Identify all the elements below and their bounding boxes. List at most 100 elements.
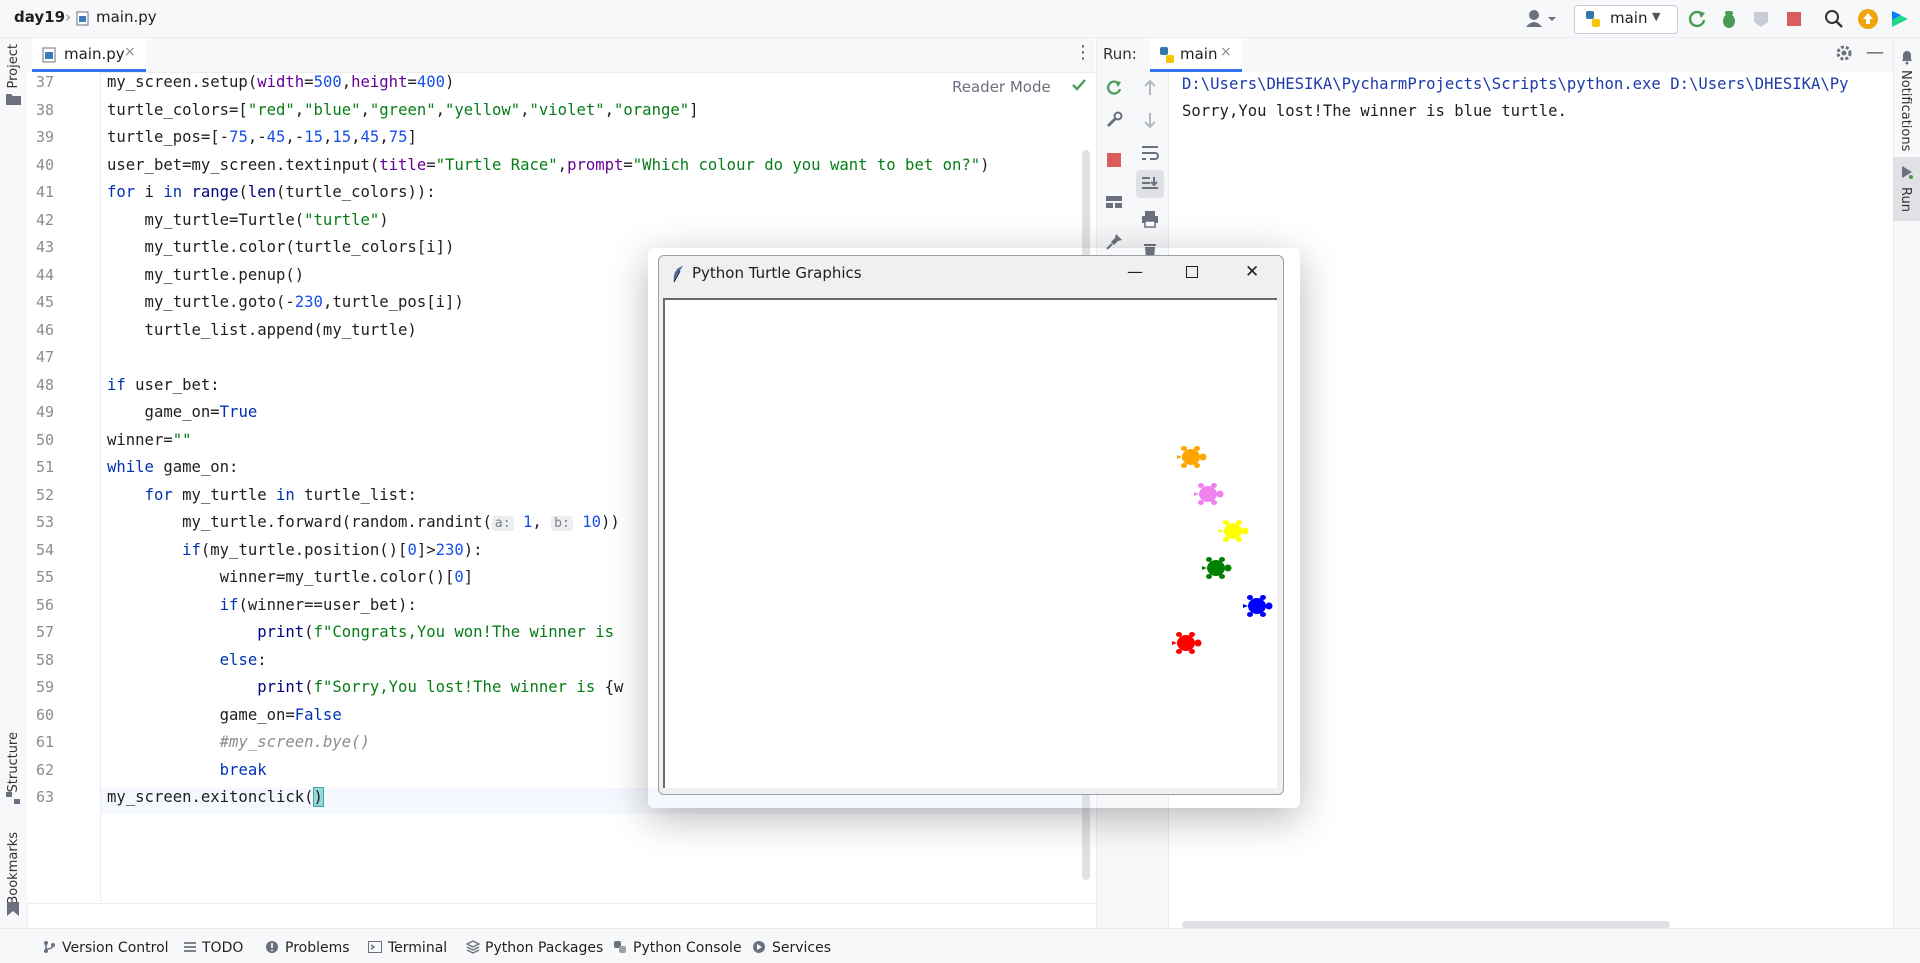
code-line[interactable]: break (107, 761, 267, 779)
code-line[interactable]: my_turtle.penup() (107, 266, 305, 284)
breadcrumb-separator: › (65, 8, 71, 26)
rerun-icon[interactable] (1104, 78, 1124, 98)
line-number: 49 (35, 403, 54, 421)
code-line[interactable]: else: (107, 651, 267, 669)
minimize-icon[interactable]: — (1127, 262, 1143, 281)
code-token: 500 (313, 73, 342, 91)
code-line[interactable]: #my_screen.bye() (107, 733, 370, 751)
arrow-up-icon[interactable] (1140, 78, 1160, 98)
problems-button[interactable]: Problems (285, 940, 350, 956)
layout-icon[interactable] (1104, 192, 1124, 212)
jetbrains-toolbox-icon[interactable] (1889, 8, 1911, 30)
code-token: if (107, 375, 126, 394)
project-tool-button[interactable]: Project (6, 44, 21, 88)
update-icon[interactable] (1857, 8, 1879, 30)
todo-button[interactable]: TODO (202, 940, 243, 956)
code-line[interactable]: my_turtle.color(turtle_colors[i]) (107, 238, 455, 256)
run-tool-label[interactable]: Run (1898, 187, 1913, 212)
maximize-icon[interactable] (1186, 266, 1198, 278)
code-token: turtle_list.append(my_turtle) (107, 320, 417, 339)
line-number: 63 (35, 788, 54, 806)
code-token: ( (238, 183, 248, 201)
code-line[interactable]: winner="" (107, 431, 192, 449)
run-tab-label[interactable]: main (1180, 45, 1217, 63)
gear-icon[interactable] (1834, 43, 1854, 63)
coverage-icon[interactable] (1750, 8, 1772, 30)
arrow-down-icon[interactable] (1140, 110, 1160, 130)
chevron-down-icon[interactable]: ▼ (1652, 10, 1660, 23)
code-token: 15 (332, 128, 352, 146)
breadcrumb-project[interactable]: day19 (14, 8, 65, 26)
scroll-to-end-icon[interactable] (1140, 174, 1160, 194)
code-line[interactable]: my_turtle.goto(-230,turtle_pos[i]) (107, 293, 464, 311)
search-icon[interactable] (1823, 8, 1845, 30)
editor-divider (27, 903, 1095, 904)
python-console-button[interactable]: Python Console (633, 940, 742, 956)
code-token: f"Sorry,You lost!The winner is (313, 678, 605, 696)
code-line[interactable]: turtle_list.append(my_turtle) (107, 321, 417, 339)
checkmark-icon[interactable] (1071, 77, 1087, 93)
user-account-icon[interactable] (1524, 8, 1558, 28)
python-logo-icon (1160, 47, 1174, 63)
reader-mode-button[interactable]: Reader Mode (952, 78, 1051, 96)
services-button[interactable]: Services (772, 940, 831, 956)
more-options-icon[interactable]: ⋮ (1074, 42, 1092, 63)
python-packages-icon (466, 940, 480, 954)
code-token: my_turtle.forward(random.randint( (107, 513, 492, 531)
structure-tool-button[interactable]: Structure (6, 732, 21, 792)
line-number: 57 (35, 623, 54, 641)
code-line[interactable]: my_turtle=Turtle("turtle") (107, 211, 389, 229)
bookmarks-tool-button[interactable]: Bookmarks (6, 832, 21, 905)
code-line[interactable]: for i in range(len(turtle_colors)): (107, 183, 436, 201)
code-line[interactable]: my_screen.exitonclick() (107, 787, 324, 807)
print-icon[interactable] (1140, 209, 1160, 229)
rerun-icon[interactable] (1686, 8, 1708, 30)
python-file-icon (42, 47, 56, 63)
run-configuration-label[interactable]: main (1610, 9, 1647, 27)
code-line[interactable]: winner=my_turtle.color()[0] (107, 568, 474, 586)
stop-icon[interactable] (1783, 8, 1805, 30)
code-line[interactable]: print(f"Congrats,You won!The winner is (107, 623, 614, 641)
code-token: 230 (294, 293, 323, 311)
code-line[interactable]: my_turtle.forward(random.randint(a: 1, b… (107, 513, 620, 531)
code-token: range (191, 183, 239, 201)
code-line[interactable]: turtle_colors=["red","blue","green","yel… (107, 101, 699, 119)
bell-icon[interactable] (1899, 49, 1915, 65)
minimize-icon[interactable]: — (1866, 42, 1884, 63)
close-icon[interactable]: × (124, 44, 136, 60)
close-icon[interactable]: × (1220, 44, 1232, 60)
notifications-tool-button[interactable]: Notifications (1898, 70, 1913, 151)
code-token: "violet" (529, 100, 605, 119)
code-line[interactable]: while game_on: (107, 458, 238, 476)
code-line[interactable]: user_bet=my_screen.textinput(title="Turt… (107, 156, 990, 174)
python-file-icon (76, 11, 89, 26)
code-line[interactable]: print(f"Sorry,You lost!The winner is {w (107, 678, 623, 696)
close-icon[interactable]: ✕ (1245, 262, 1259, 282)
breadcrumb-file[interactable]: main.py (96, 8, 157, 26)
stop-icon[interactable] (1104, 150, 1124, 170)
code-token: ( (304, 678, 314, 696)
todo-icon (184, 942, 196, 952)
code-token: 1 (522, 513, 533, 531)
code-line[interactable]: game_on=False (107, 706, 342, 724)
debug-icon[interactable] (1718, 8, 1740, 30)
soft-wrap-icon[interactable] (1140, 143, 1160, 163)
code-line[interactable]: if user_bet: (107, 376, 220, 394)
code-line[interactable]: for my_turtle in turtle_list: (107, 486, 417, 504)
code-line[interactable]: if(my_turtle.position()[0]>230): (107, 541, 482, 559)
code-token: : (257, 650, 267, 669)
code-line[interactable]: my_screen.setup(width=500,height=400) (107, 73, 454, 91)
code-token: width (257, 73, 305, 91)
tab-label[interactable]: main.py (64, 45, 125, 63)
code-token: my_turtle.goto(- (107, 293, 295, 311)
code-line[interactable]: turtle_pos=[-75,-45,-15,15,45,75] (107, 128, 417, 146)
version-control-button[interactable]: Version Control (62, 940, 169, 956)
code-line[interactable]: if(winner==user_bet): (107, 596, 417, 614)
wrench-icon[interactable] (1104, 110, 1124, 130)
terminal-button[interactable]: Terminal (388, 940, 447, 956)
python-packages-button[interactable]: Python Packages (485, 940, 603, 956)
code-line[interactable]: game_on=True (107, 403, 258, 421)
turtle-canvas[interactable] (663, 298, 1277, 788)
